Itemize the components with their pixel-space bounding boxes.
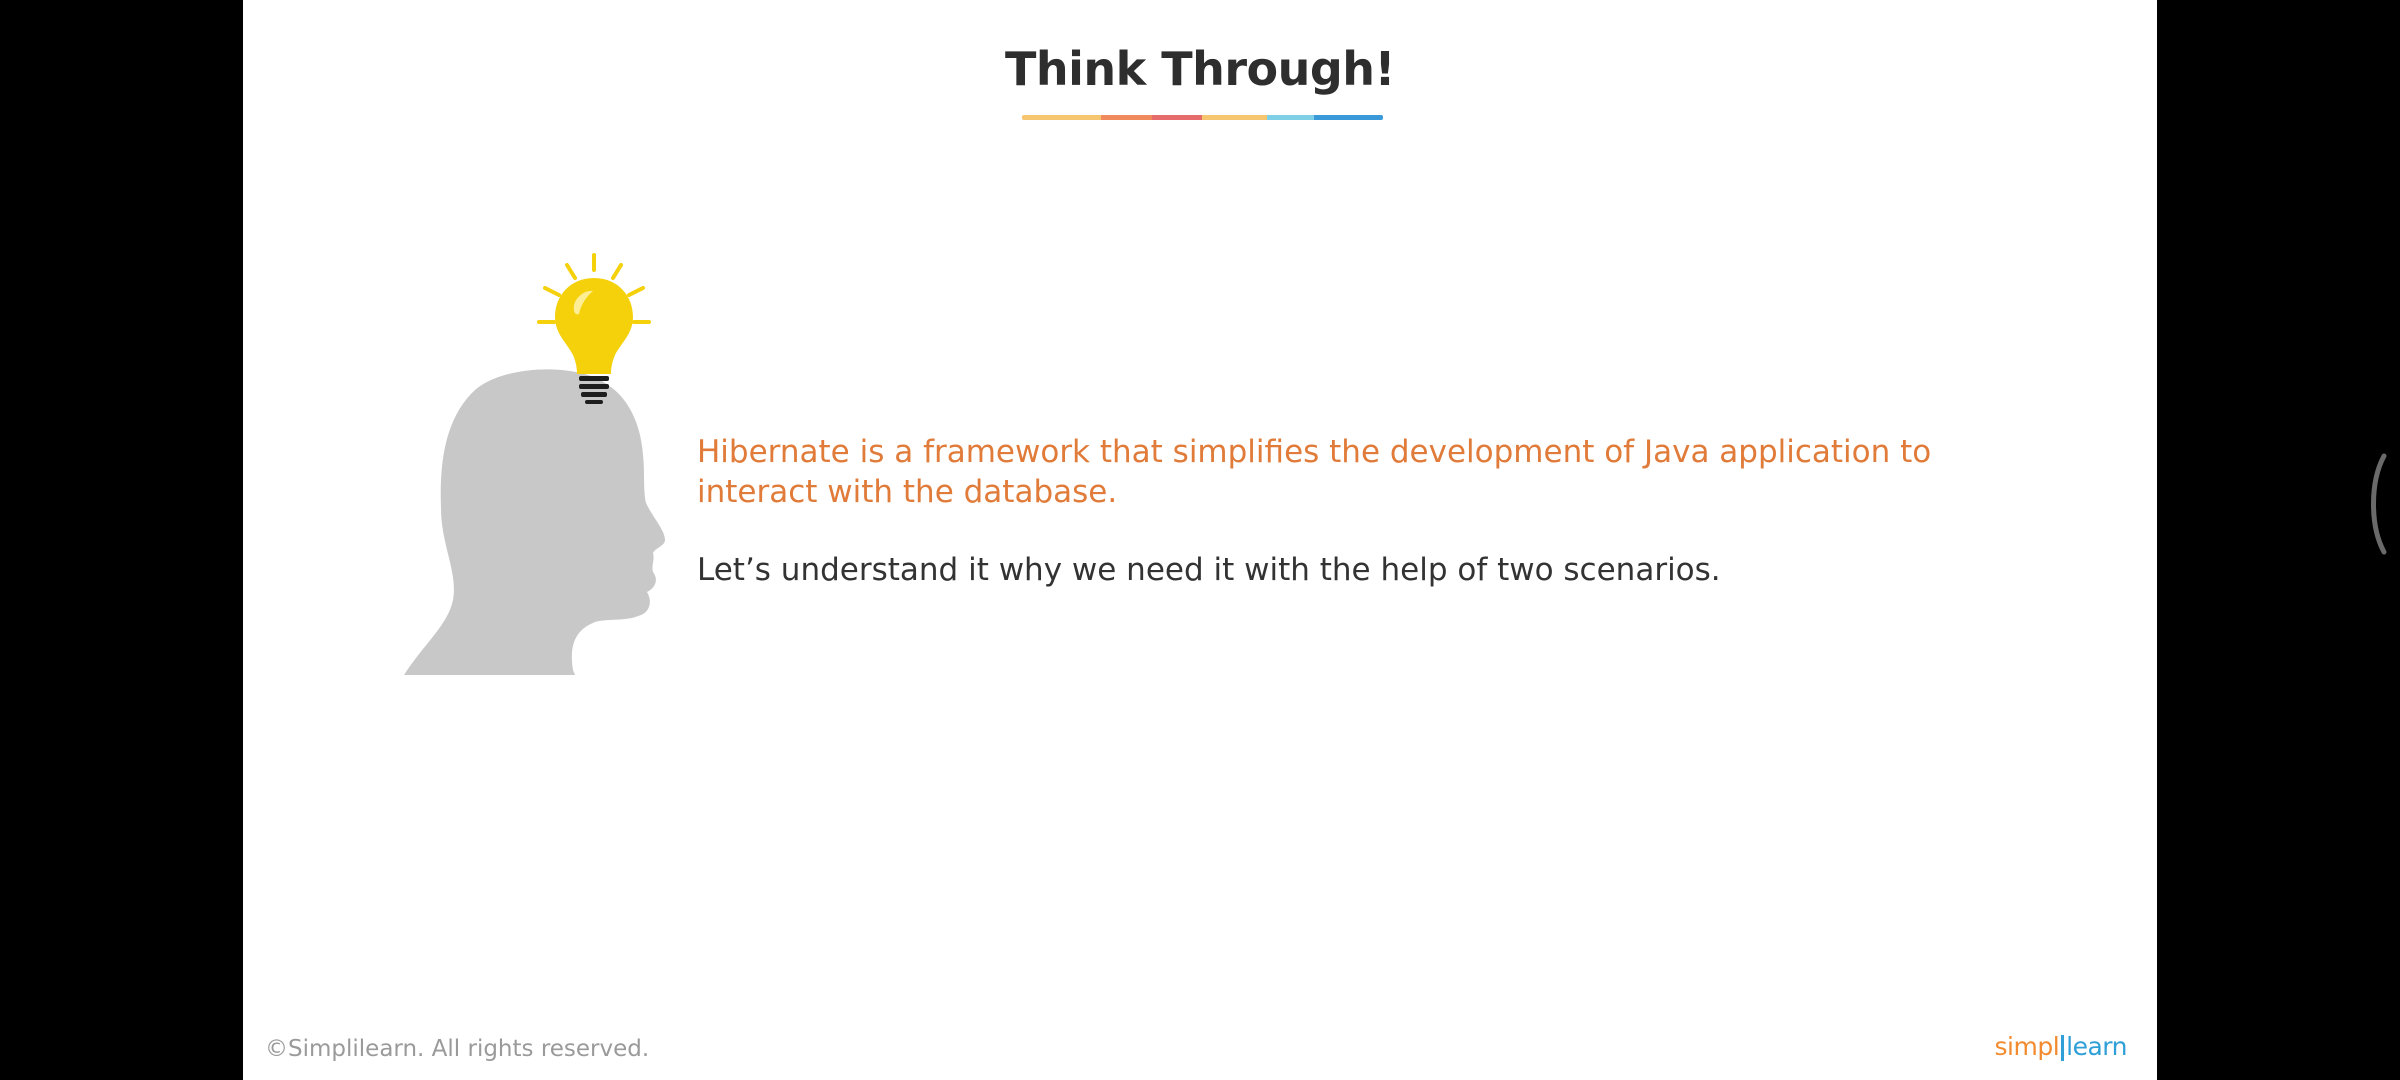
- title-underline: [1022, 115, 1383, 120]
- slide-content: Hibernate is a framework that simplifies…: [697, 432, 1947, 590]
- underline-segment: [1267, 115, 1315, 120]
- logo-text-right: learn: [2066, 1032, 2127, 1061]
- side-panel-handle-icon[interactable]: [2366, 452, 2400, 556]
- simplilearn-logo: simpl learn: [1995, 1032, 2127, 1061]
- underline-segment: [1101, 115, 1152, 120]
- copyright-notice: ©Simplilearn. All rights reserved.: [265, 1036, 650, 1062]
- hibernate-definition-text: Hibernate is a framework that simplifies…: [697, 434, 1932, 510]
- underline-segment: [1314, 115, 1383, 120]
- video-viewport: Think Through! Hibernate is a framework …: [0, 0, 2400, 1080]
- underline-segment: [1151, 115, 1203, 120]
- presentation-slide: Think Through! Hibernate is a framework …: [243, 0, 2157, 1080]
- underline-segment: [1022, 115, 1102, 120]
- head-silhouette: [404, 369, 665, 675]
- logo-separator: [2061, 1035, 2065, 1061]
- slide-title: Think Through!: [1004, 42, 1396, 96]
- scenarios-intro-text: Let’s understand it why we need it with …: [697, 552, 1721, 588]
- underline-segment: [1202, 115, 1268, 120]
- logo-text-left: simpl: [1994, 1032, 2060, 1061]
- head-with-lightbulb-icon: [403, 250, 703, 680]
